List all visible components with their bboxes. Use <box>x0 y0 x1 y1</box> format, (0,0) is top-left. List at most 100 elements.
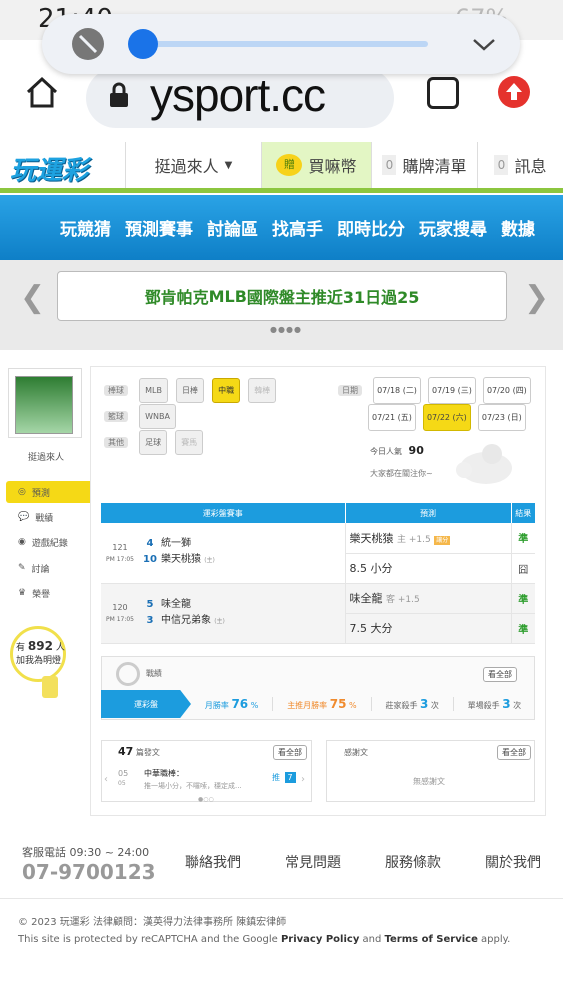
today-popularity: 今日人氣 90 <box>370 444 424 457</box>
profile-name[interactable]: 挺過來人 <box>28 450 64 463</box>
volume-slider-track[interactable] <box>140 41 428 47</box>
service-phone[interactable]: 07-9700123 <box>22 860 156 884</box>
nav-item[interactable]: 玩競猜 <box>60 215 111 240</box>
promo-banner[interactable]: 鄧肯帕克 MLB 國際盤主推近31日過25 <box>57 271 507 321</box>
date-button[interactable]: 07/20 (四) <box>482 377 531 404</box>
sidebar-item-game-log[interactable]: ◉ 遊戲紀錄 <box>18 531 68 553</box>
post-date: 05 05 <box>118 769 128 789</box>
record-tab[interactable]: 運彩盤 <box>101 690 191 718</box>
nav-item[interactable]: 討論區 <box>207 215 258 240</box>
filter-tag-active[interactable]: 中職 <box>212 378 241 403</box>
date-button[interactable]: 07/21 (五) <box>368 404 416 431</box>
privacy-link[interactable]: Privacy Policy <box>281 934 359 945</box>
footer-link-contact[interactable]: 聯絡我們 <box>185 852 241 872</box>
site-logo[interactable]: 玩運彩 <box>10 150 88 187</box>
mute-icon[interactable] <box>72 28 104 60</box>
home-icon[interactable] <box>24 74 60 110</box>
column-header: 運彩盤賽事 <box>101 503 345 523</box>
chat-icon: 💬 <box>18 512 30 522</box>
nav-item[interactable]: 即時比分 <box>337 215 405 240</box>
nav-item[interactable]: 找高手 <box>272 215 323 240</box>
stat-unit: 次 <box>513 701 522 710</box>
game-number: 120 <box>112 603 128 612</box>
stat-label: 單場殺手 <box>467 701 500 710</box>
banner-text-mlb: MLB <box>208 286 247 306</box>
nav-item[interactable]: 預測賽事 <box>125 215 193 240</box>
post-date-top: 05 <box>118 769 129 778</box>
post-push: 推 7 <box>272 772 296 783</box>
header-divider <box>0 188 563 193</box>
url-text[interactable]: ysport.cc <box>150 68 326 122</box>
sidebar-item-record[interactable]: 💬 戰績 <box>18 506 53 528</box>
filter-tag[interactable]: WNBA <box>139 404 176 429</box>
posts-view-all-button[interactable]: 看全部 <box>273 745 307 760</box>
user-menu[interactable]: 挺過來人 ▼ <box>125 142 261 188</box>
team-score: 10 <box>143 554 157 566</box>
popularity-label: 今日人氣 <box>370 447 402 456</box>
sidebar-item-label: 榮譽 <box>32 589 51 600</box>
filter-tag[interactable]: 足球 <box>139 430 168 455</box>
record-view-all-button[interactable]: 看全部 <box>483 667 517 682</box>
result-cell: 準 <box>510 523 535 554</box>
coin-button[interactable]: 贈 買嘛幣 <box>261 142 371 188</box>
footer-link-faq[interactable]: 常見問題 <box>285 852 341 872</box>
watch-text: 大家都在關注你~ <box>370 469 433 478</box>
post-item[interactable]: 中華職棒： 推一場小分，不囉嗦，穩定成... <box>144 768 264 791</box>
copyright: © 2023 玩運彩 法律顧問：漢英得力法律事務所 陳鎮宏律師 <box>18 917 287 928</box>
sidebar-item-predict[interactable]: ◎ 預測 <box>18 481 50 503</box>
volume-slider-knob[interactable] <box>128 29 158 59</box>
stat-unit: % <box>250 701 259 710</box>
post-title: 中華職棒： <box>144 769 184 778</box>
banner-text-pre: 鄧肯帕克 <box>144 288 209 307</box>
date-row: 07/21 (五) 07/22 (六) 07/23 (日) <box>338 404 533 431</box>
filter-tag[interactable]: 賽馬 <box>175 430 204 455</box>
footer-link-about[interactable]: 關於我們 <box>485 852 541 872</box>
posts-count: 47 <box>118 745 134 758</box>
table-row: 120 PM 17:05 5 味全龍 3 中信兄弟象 (主) 味全龍 客 +1.5 … <box>101 583 535 644</box>
filter-tag[interactable]: 韓棒 <box>248 378 277 403</box>
date-button[interactable]: 07/19 (三) <box>428 377 476 404</box>
date-label: 日期 <box>338 385 362 396</box>
lightbulb-base <box>42 676 58 698</box>
sidebar-item-discuss[interactable]: ✎ 討論 <box>18 557 50 579</box>
avatar[interactable] <box>15 376 73 434</box>
cart-label: 購牌清單 <box>402 157 467 176</box>
filter-row-basketball: 籃球 WNBA <box>104 403 279 429</box>
chevron-left-icon[interactable]: ‹ <box>104 774 108 785</box>
stat-value: 75 <box>329 697 347 711</box>
follower-number: 892 <box>27 639 53 653</box>
league-filters: 棒球 MLB 日棒 中職 韓棒 籃球 WNBA 其他 足球 賽馬 <box>104 377 279 455</box>
chevron-down-icon[interactable] <box>470 32 498 56</box>
thanks-title: 感謝文 <box>344 748 368 757</box>
messages-button[interactable]: 0 訊息 <box>477 142 563 188</box>
filter-tag[interactable]: 日棒 <box>176 378 205 403</box>
pick-cell: 8.5 小分 <box>344 553 511 584</box>
column-header: 預測 <box>344 503 511 523</box>
sidebar-item-label: 預測 <box>31 488 50 499</box>
post-excerpt: 推一場小分，不囉嗦，穩定成... <box>144 782 242 790</box>
tabs-icon[interactable] <box>427 77 459 109</box>
banner-text-post: 國際盤主推近31日過25 <box>246 288 420 307</box>
update-icon[interactable] <box>498 76 530 108</box>
footer-links: 聯絡我們 常見問題 服務條款 關於我們 <box>185 852 541 872</box>
chevron-right-icon[interactable]: › <box>301 774 305 785</box>
nav-item[interactable]: 數據 <box>501 215 535 240</box>
result-cell: 準 <box>510 613 535 644</box>
sidebar-item-honor[interactable]: ♛ 榮譽 <box>18 582 50 604</box>
follower-count[interactable]: 有 892 人 加我為明燈 <box>16 640 65 668</box>
date-button[interactable]: 07/23 (日) <box>477 404 526 431</box>
chevron-right-icon[interactable]: ❯ <box>524 280 549 315</box>
nav-item[interactable]: 玩家搜尋 <box>419 215 487 240</box>
date-button[interactable]: 07/18 (二) <box>373 377 421 404</box>
thanks-view-all-button[interactable]: 看全部 <box>497 745 531 760</box>
pick-handicap: 主 +1.5 <box>397 534 431 545</box>
posts-header: 47 篇發文 <box>118 745 160 758</box>
cart-button[interactable]: 0 購牌清單 <box>371 142 477 188</box>
filter-tag[interactable]: MLB <box>139 378 168 403</box>
footer-link-terms[interactable]: 服務條款 <box>385 852 441 872</box>
chevron-left-icon[interactable]: ❮ <box>20 280 45 315</box>
terms-link[interactable]: Terms of Service <box>385 934 478 945</box>
date-button-active[interactable]: 07/22 (六) <box>422 404 471 431</box>
record-strip: 運彩盤 月勝率 76 % 主推月勝率 75 % 莊家殺手 3 次 單場殺手 3 … <box>101 690 535 718</box>
filter-row-other: 其他 足球 賽馬 <box>104 429 279 455</box>
